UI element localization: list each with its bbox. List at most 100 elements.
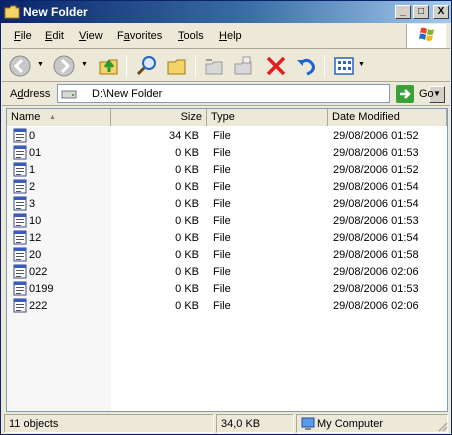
maximize-button[interactable]: □ — [413, 5, 429, 19]
address-input[interactable]: D:\New Folder ▼ — [57, 84, 445, 103]
table-row[interactable]: 20 0 KB File 29/08/2006 01:58 — [7, 246, 447, 263]
table-row[interactable]: 0 34 KB File 29/08/2006 01:52 — [7, 127, 447, 144]
menu-help[interactable]: Help — [219, 30, 242, 42]
table-row[interactable]: 0199 0 KB File 29/08/2006 01:53 — [7, 280, 447, 297]
file-date-modified: 29/08/2006 01:58 — [333, 249, 419, 261]
folders-icon[interactable] — [165, 54, 189, 78]
column-header-size[interactable]: Size — [111, 109, 207, 126]
back-dropdown-icon[interactable]: ▼ — [37, 61, 44, 68]
file-icon — [13, 162, 27, 177]
toolbar-separator — [126, 55, 127, 77]
close-button[interactable]: X — [433, 5, 449, 19]
resize-grip-icon[interactable] — [436, 420, 448, 432]
table-row[interactable]: 01 0 KB File 29/08/2006 01:53 — [7, 144, 447, 161]
file-date-modified: 29/08/2006 01:53 — [333, 215, 419, 227]
toolbar: ▼ ▼ ▼ — [2, 50, 450, 82]
toolbar-separator — [195, 55, 196, 77]
status-total-size: 34,0 KB — [216, 414, 294, 433]
address-label: Address — [10, 88, 51, 100]
file-date-modified: 29/08/2006 01:54 — [333, 198, 419, 210]
column-header-name[interactable]: Name ▲ — [7, 109, 111, 126]
file-name: 0 — [29, 130, 36, 142]
copy-to-icon[interactable] — [231, 54, 255, 78]
file-size: 0 KB — [175, 181, 199, 193]
file-icon — [13, 298, 27, 313]
file-icon — [13, 196, 27, 211]
file-type: File — [213, 164, 231, 176]
table-row[interactable]: 222 0 KB File 29/08/2006 02:06 — [7, 297, 447, 314]
minimize-button[interactable]: _ — [395, 5, 411, 19]
file-size: 0 KB — [175, 164, 199, 176]
up-folder-icon[interactable] — [97, 54, 121, 78]
file-date-modified: 29/08/2006 01:52 — [333, 130, 419, 142]
search-icon[interactable] — [135, 54, 159, 78]
menu-view[interactable]: View — [79, 30, 103, 42]
address-bar: Address D:\New Folder ▼ Go — [2, 82, 450, 106]
file-type: File — [213, 147, 231, 159]
file-size: 0 KB — [175, 283, 199, 295]
column-header-date-modified[interactable]: Date Modified — [328, 109, 447, 126]
file-date-modified: 29/08/2006 01:54 — [333, 181, 419, 193]
file-size: 0 KB — [175, 249, 199, 261]
title-bar[interactable]: New Folder _ □ X — [1, 1, 451, 23]
file-icon — [13, 145, 27, 160]
menu-bar: File Edit View Favorites Tools Help — [2, 23, 450, 49]
file-name: 3 — [29, 198, 36, 210]
back-icon[interactable] — [8, 54, 32, 78]
file-type: File — [213, 249, 231, 261]
file-date-modified: 29/08/2006 02:06 — [333, 300, 419, 312]
file-size: 0 KB — [175, 215, 199, 227]
table-row[interactable]: 022 0 KB File 29/08/2006 02:06 — [7, 263, 447, 280]
file-type: File — [213, 130, 231, 142]
file-icon — [13, 213, 27, 228]
menu-file[interactable]: File — [14, 30, 32, 42]
file-icon — [13, 247, 27, 262]
toolbar-separator — [324, 55, 325, 77]
menu-edit[interactable]: Edit — [45, 30, 64, 42]
file-list[interactable]: Name ▲ Size Type Date Modified 0 34 KB Fil… — [6, 108, 448, 412]
table-row[interactable]: 2 0 KB File 29/08/2006 01:54 — [7, 178, 447, 195]
undo-icon[interactable] — [294, 54, 318, 78]
table-row[interactable]: 1 0 KB File 29/08/2006 01:52 — [7, 161, 447, 178]
menu-favorites[interactable]: Favorites — [117, 30, 162, 42]
file-size: 34 KB — [169, 130, 199, 142]
file-name: 01 — [29, 147, 42, 159]
file-name: 0199 — [29, 283, 54, 295]
file-type: File — [213, 283, 231, 295]
file-type: File — [213, 300, 231, 312]
my-computer-icon — [301, 417, 315, 430]
column-header-type[interactable]: Type — [207, 109, 328, 126]
table-row[interactable]: 12 0 KB File 29/08/2006 01:54 — [7, 229, 447, 246]
file-icon — [13, 179, 27, 194]
views-icon[interactable] — [332, 54, 356, 78]
windows-logo-icon — [406, 24, 446, 48]
file-size: 0 KB — [175, 198, 199, 210]
file-date-modified: 29/08/2006 01:52 — [333, 164, 419, 176]
go-button[interactable]: Go — [396, 85, 446, 103]
file-name: 20 — [29, 249, 42, 261]
file-date-modified: 29/08/2006 01:53 — [333, 147, 419, 159]
move-to-icon[interactable] — [202, 54, 226, 78]
table-row[interactable]: 10 0 KB File 29/08/2006 01:53 — [7, 212, 447, 229]
list-header: Name ▲ Size Type Date Modified — [7, 109, 447, 126]
file-icon — [13, 281, 27, 296]
views-dropdown-icon[interactable]: ▼ — [358, 61, 365, 68]
file-type: File — [213, 232, 231, 244]
file-rows: 0 34 KB File 29/08/2006 01:52 01 0 KB File 29/0… — [7, 127, 447, 314]
forward-icon[interactable] — [52, 54, 76, 78]
file-icon — [13, 128, 27, 143]
file-date-modified: 29/08/2006 01:54 — [333, 232, 419, 244]
forward-dropdown-icon[interactable]: ▼ — [81, 61, 88, 68]
sort-ascending-icon: ▲ — [49, 114, 56, 121]
file-date-modified: 29/08/2006 01:53 — [333, 283, 419, 295]
file-icon — [13, 264, 27, 279]
window-title: New Folder — [23, 5, 88, 19]
menu-tools[interactable]: Tools — [178, 30, 204, 42]
address-value: D:\New Folder — [92, 88, 163, 100]
table-row[interactable]: 3 0 KB File 29/08/2006 01:54 — [7, 195, 447, 212]
file-type: File — [213, 181, 231, 193]
folder-icon — [4, 5, 20, 19]
delete-icon[interactable] — [264, 54, 288, 78]
file-size: 0 KB — [175, 147, 199, 159]
file-icon — [13, 230, 27, 245]
